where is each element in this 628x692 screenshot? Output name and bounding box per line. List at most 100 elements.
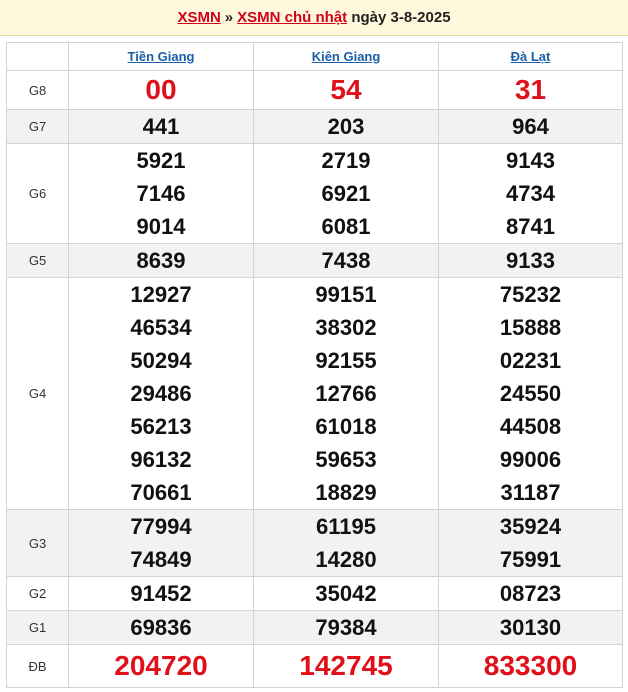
prize-label: G6	[6, 143, 69, 244]
prize-cell: 964	[438, 109, 623, 144]
prize-cell: 833300	[438, 644, 623, 688]
winning-number: 9143	[506, 148, 555, 173]
prize-cell: 204720	[68, 644, 254, 688]
prize-cell: 35924 75991	[438, 509, 623, 577]
breadcrumb-separator: »	[224, 9, 234, 26]
winning-number: 14280	[315, 547, 377, 572]
prize-cell: 75232 15888 02231 24550 44508 99006 31187	[438, 277, 623, 510]
prize-cell: 99151 38302 92155 12766 61018 59653 18829	[253, 277, 439, 510]
results-container: Tiền Giang Kiên Giang Đà Lạt G8 00 54 31 G7 4…	[0, 36, 628, 688]
winning-number: 77994	[130, 514, 192, 539]
prize-row-g4: G4 12927 46534 50294 29486 56213 96132 70661 991…	[6, 277, 623, 510]
province-header-0: Tiền Giang	[68, 42, 254, 71]
winning-number: 46534	[130, 315, 192, 340]
winning-number: 59653	[315, 447, 377, 472]
winning-number: 18829	[315, 480, 377, 505]
winning-number: 08723	[499, 581, 562, 606]
prize-rows: G8 00 54 31 G7 441 203 964 G6 5921 7146 9014 2719 692…	[6, 70, 623, 688]
winning-number: 99151	[315, 282, 377, 307]
prize-label: G2	[6, 576, 69, 611]
winning-number: 75232	[499, 282, 562, 307]
prize-cell: 31	[438, 70, 623, 110]
province-link-tien-giang[interactable]: Tiền Giang	[128, 49, 195, 64]
winning-number: 35924	[499, 514, 562, 539]
winning-number: 75991	[499, 547, 562, 572]
winning-number: 56213	[130, 414, 192, 439]
prize-cell: 30130	[438, 610, 623, 645]
winning-number: 203	[327, 114, 365, 139]
winning-number: 4734	[506, 181, 555, 206]
winning-number: 61195	[316, 514, 376, 539]
prize-cell: 69836	[68, 610, 254, 645]
winning-number: 5921	[136, 148, 186, 173]
prize-label: G4	[6, 277, 69, 510]
winning-number: 964	[512, 114, 549, 139]
winning-number: 204720	[114, 650, 208, 681]
winning-number: 142745	[299, 650, 393, 681]
province-link-kien-giang[interactable]: Kiên Giang	[312, 49, 381, 64]
winning-number: 441	[142, 114, 180, 139]
winning-number: 24550	[499, 381, 562, 406]
xsmn-sunday-link[interactable]: XSMN chủ nhật	[237, 9, 347, 26]
prize-row-g6: G6 5921 7146 9014 2719 6921 6081 9143 4734 8741	[6, 143, 623, 244]
prize-cell: 61195 14280	[253, 509, 439, 577]
winning-number: 30130	[499, 615, 562, 640]
prize-cell: 7438	[253, 243, 439, 278]
prize-cell: 9133	[438, 243, 623, 278]
prize-label: ĐB	[6, 644, 69, 688]
prize-row-g8: G8 00 54 31	[6, 70, 623, 110]
prize-cell: 79384	[253, 610, 439, 645]
winning-number: 31	[514, 74, 547, 105]
prize-cell: 54	[253, 70, 439, 110]
province-link-da-lat[interactable]: Đà Lạt	[511, 49, 551, 64]
winning-number: 15888	[499, 315, 562, 340]
prize-label: G7	[6, 109, 69, 144]
winning-number: 79384	[315, 615, 377, 640]
prize-row-g7: G7 441 203 964	[6, 109, 623, 144]
prize-cell: 35042	[253, 576, 439, 611]
winning-number: 6081	[321, 214, 371, 239]
province-header-1: Kiên Giang	[253, 42, 439, 71]
winning-number: 54	[330, 74, 362, 105]
winning-number: 6921	[321, 181, 371, 206]
prize-cell: 08723	[438, 576, 623, 611]
winning-number: 9014	[136, 214, 186, 239]
results-table: Tiền Giang Kiên Giang Đà Lạt G8 00 54 31 G7 4…	[6, 42, 623, 688]
prize-cell: 77994 74849	[68, 509, 254, 577]
winning-number: 96132	[130, 447, 192, 472]
winning-number: 02231	[499, 348, 562, 373]
prize-cell: 9143 4734 8741	[438, 143, 623, 244]
page-header: XSMN» XSMN chủ nhật ngày 3-8-2025	[0, 0, 628, 36]
winning-number: 50294	[130, 348, 192, 373]
xsmn-link[interactable]: XSMN	[177, 9, 220, 26]
winning-number: 2719	[321, 148, 371, 173]
prize-cell: 12927 46534 50294 29486 56213 96132 70661	[68, 277, 254, 510]
winning-number: 69836	[130, 615, 192, 640]
prize-cell: 203	[253, 109, 439, 144]
province-header-row: Tiền Giang Kiên Giang Đà Lạt	[6, 42, 623, 71]
prize-row-g2: G2 91452 35042 08723	[6, 576, 623, 611]
prize-label: G5	[6, 243, 69, 278]
prize-cell: 5921 7146 9014	[68, 143, 254, 244]
winning-number: 99006	[499, 447, 562, 472]
prize-cell: 00	[68, 70, 254, 110]
winning-number: 31187	[500, 480, 561, 505]
winning-number: 61018	[315, 414, 377, 439]
winning-number: 35042	[315, 581, 377, 606]
winning-number: 7438	[321, 248, 371, 273]
prize-cell: 2719 6921 6081	[253, 143, 439, 244]
prize-cell: 142745	[253, 644, 439, 688]
winning-number: 9133	[506, 248, 555, 273]
winning-number: 38302	[315, 315, 377, 340]
winning-number: 12766	[315, 381, 377, 406]
winning-number: 92155	[315, 348, 377, 373]
winning-number: 833300	[483, 650, 578, 681]
prize-row-g5: G5 8639 7438 9133	[6, 243, 623, 278]
prize-row-g1: G1 69836 79384 30130	[6, 610, 623, 645]
winning-number: 12927	[130, 282, 192, 307]
prize-header-empty	[6, 42, 69, 71]
draw-date: ngày 3-8-2025	[351, 9, 451, 26]
winning-number: 91452	[130, 581, 192, 606]
winning-number: 00	[145, 74, 177, 105]
winning-number: 29486	[130, 381, 192, 406]
